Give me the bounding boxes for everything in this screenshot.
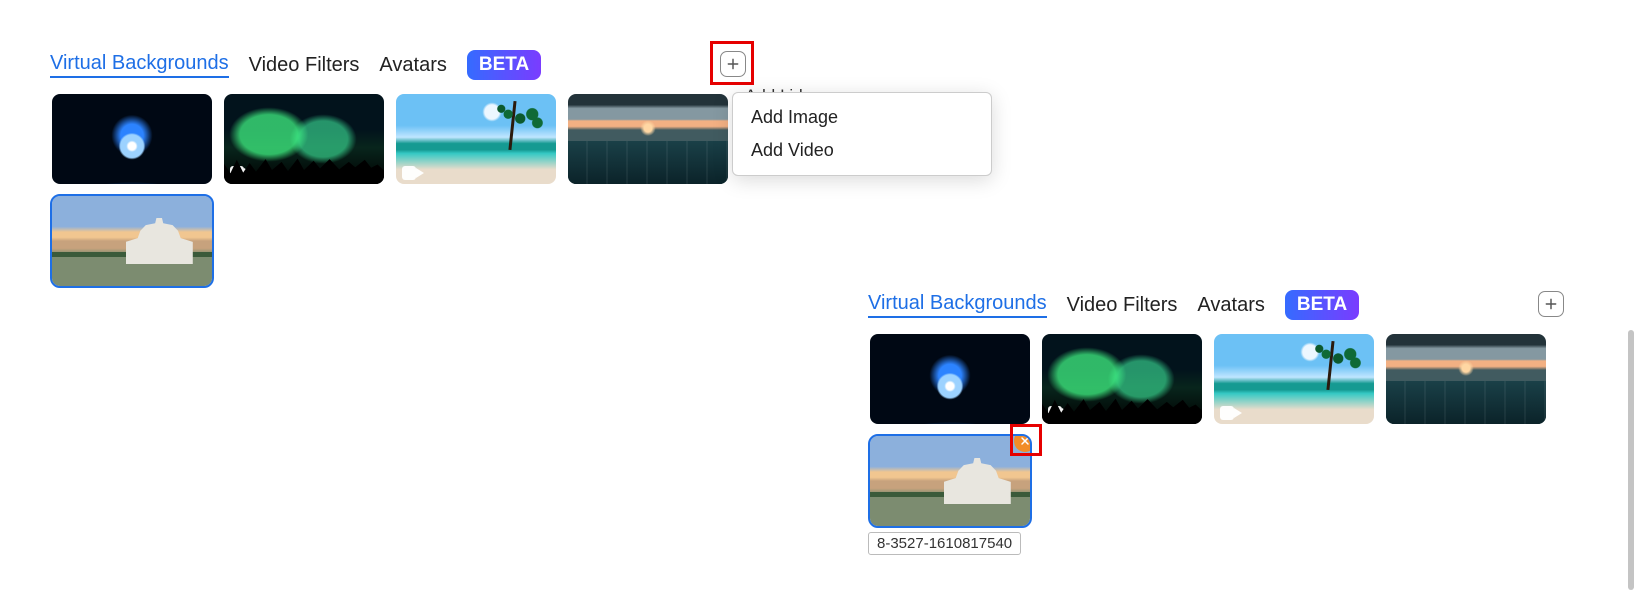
settings-panel-right: Virtual Backgrounds Video Filters Avatar… [818,240,1636,590]
video-icon [230,166,252,180]
thumb-tooltip: 8-3527-1610817540 [868,532,1021,555]
scrollbar[interactable] [1626,330,1636,590]
video-icon [402,166,424,180]
bg-thumb-sea[interactable] [568,94,728,184]
add-background-button[interactable] [1538,291,1564,317]
add-menu: Add Image Add Video [732,92,992,176]
bg-thumb-beach[interactable] [1214,334,1374,424]
bg-thumb-beach[interactable] [396,94,556,184]
tab-video-filters[interactable]: Video Filters [1067,294,1178,317]
tab-virtual-backgrounds[interactable]: Virtual Backgrounds [50,52,229,78]
tab-bar: Virtual Backgrounds Video Filters Avatar… [868,290,1359,320]
bg-thumb-aurora[interactable] [1042,334,1202,424]
tab-bar: Virtual Backgrounds Video Filters Avatar… [50,50,541,80]
add-background-button[interactable] [720,51,746,77]
tab-virtual-backgrounds[interactable]: Virtual Backgrounds [868,292,1047,318]
video-icon [1048,406,1070,420]
bg-thumb-sea[interactable] [1386,334,1546,424]
close-icon [1019,436,1030,447]
settings-panel-left: Virtual Backgrounds Video Filters Avatar… [0,0,840,400]
beta-badge: BETA [467,50,541,80]
bg-thumb-earth[interactable] [52,94,212,184]
beta-badge: BETA [1285,290,1359,320]
plus-icon [725,56,741,72]
plus-icon [1543,296,1559,312]
background-grid [870,334,1560,526]
bg-thumb-capitol[interactable] [52,196,212,286]
video-icon [1220,406,1242,420]
menu-add-image[interactable]: Add Image [733,101,991,134]
bg-thumb-aurora[interactable] [224,94,384,184]
bg-thumb-capitol[interactable] [870,436,1030,526]
tab-avatars[interactable]: Avatars [1197,294,1264,317]
bg-thumb-earth[interactable] [870,334,1030,424]
tab-video-filters[interactable]: Video Filters [249,54,360,77]
background-grid [52,94,742,286]
delete-background-button[interactable] [1014,436,1030,452]
tab-avatars[interactable]: Avatars [379,54,446,77]
menu-add-video[interactable]: Add Video [733,134,991,167]
